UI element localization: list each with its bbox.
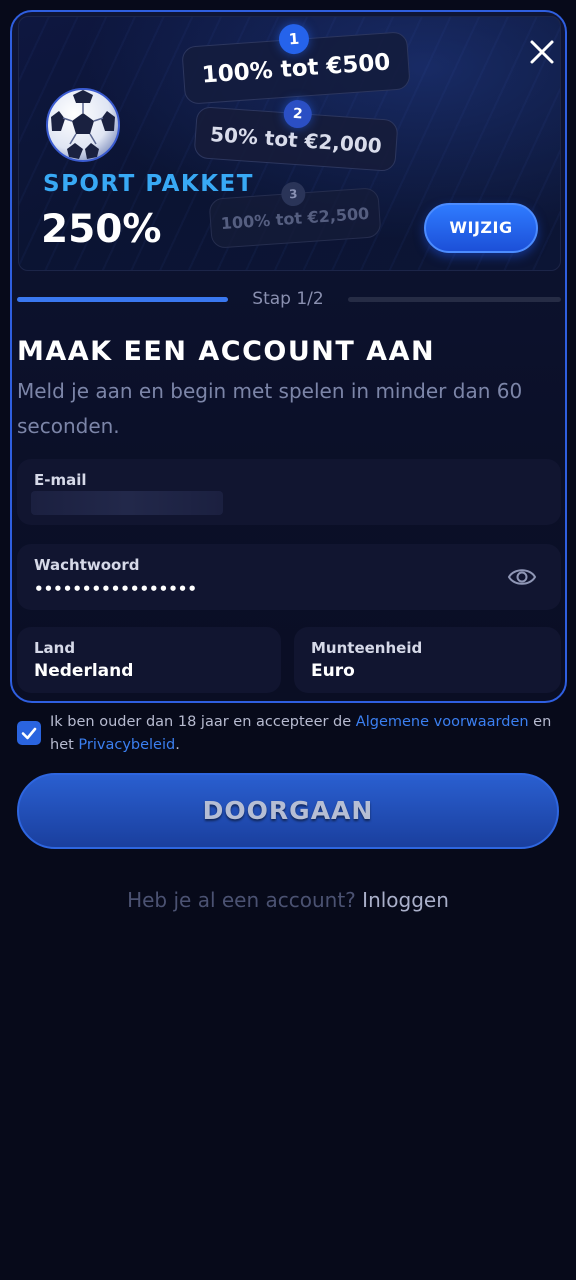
change-package-button[interactable]: WIJZIG <box>424 203 538 253</box>
terms-checkbox[interactable] <box>17 721 41 745</box>
terms-text-after: . <box>175 737 180 753</box>
eye-icon[interactable] <box>507 564 537 590</box>
package-title: SPORT PAKKET <box>43 171 254 197</box>
soccer-ball-icon <box>46 88 120 162</box>
checkmark-icon <box>21 727 37 740</box>
country-select[interactable]: Land Nederland <box>17 627 281 693</box>
signup-panel: 1 100% tot €500 2 50% tot €2,000 3 100% … <box>10 10 567 703</box>
tier-3-badge: 3 <box>280 181 307 207</box>
email-label: E-mail <box>34 471 87 489</box>
currency-select[interactable]: Munteenheid Euro <box>294 627 561 693</box>
promo-banner: 1 100% tot €500 2 50% tot €2,000 3 100% … <box>18 16 561 271</box>
login-link[interactable]: Inloggen <box>362 888 449 912</box>
login-question: Heb je al een account? <box>127 888 356 912</box>
step-label: Stap 1/2 <box>252 289 324 309</box>
close-icon[interactable] <box>527 37 557 67</box>
step-progress-remaining <box>348 297 561 302</box>
login-prompt: Heb je al een account? Inloggen <box>0 888 576 912</box>
email-value-redacted <box>31 491 223 515</box>
tier-1-text: 100% tot €500 <box>200 49 392 89</box>
form-subtitle: Meld je aan en begin met spelen in minde… <box>17 379 523 438</box>
password-field[interactable]: Wachtwoord ••••••••••••••••• <box>17 544 561 610</box>
privacy-link[interactable]: Privacybeleid <box>78 737 175 753</box>
currency-value: Euro <box>311 661 355 681</box>
package-percent: 250% <box>41 207 162 252</box>
country-label: Land <box>34 639 76 657</box>
currency-label: Munteenheid <box>311 639 423 657</box>
email-field[interactable]: E-mail <box>17 459 561 525</box>
terms-text-before: Ik ben ouder dan 18 jaar en accepteer de <box>50 714 356 730</box>
password-label: Wachtwoord <box>34 556 140 574</box>
terms-text: Ik ben ouder dan 18 jaar en accepteer de… <box>50 711 565 757</box>
tier-3-text: 100% tot €2,500 <box>220 203 370 234</box>
form-title: MAAK EEN ACCOUNT AAN <box>17 336 436 367</box>
terms-link[interactable]: Algemene voorwaarden <box>356 714 529 730</box>
password-value: ••••••••••••••••• <box>34 580 197 598</box>
continue-button[interactable]: DOORGAAN <box>17 773 559 849</box>
country-value: Nederland <box>34 661 134 681</box>
step-progress-done <box>17 297 228 302</box>
